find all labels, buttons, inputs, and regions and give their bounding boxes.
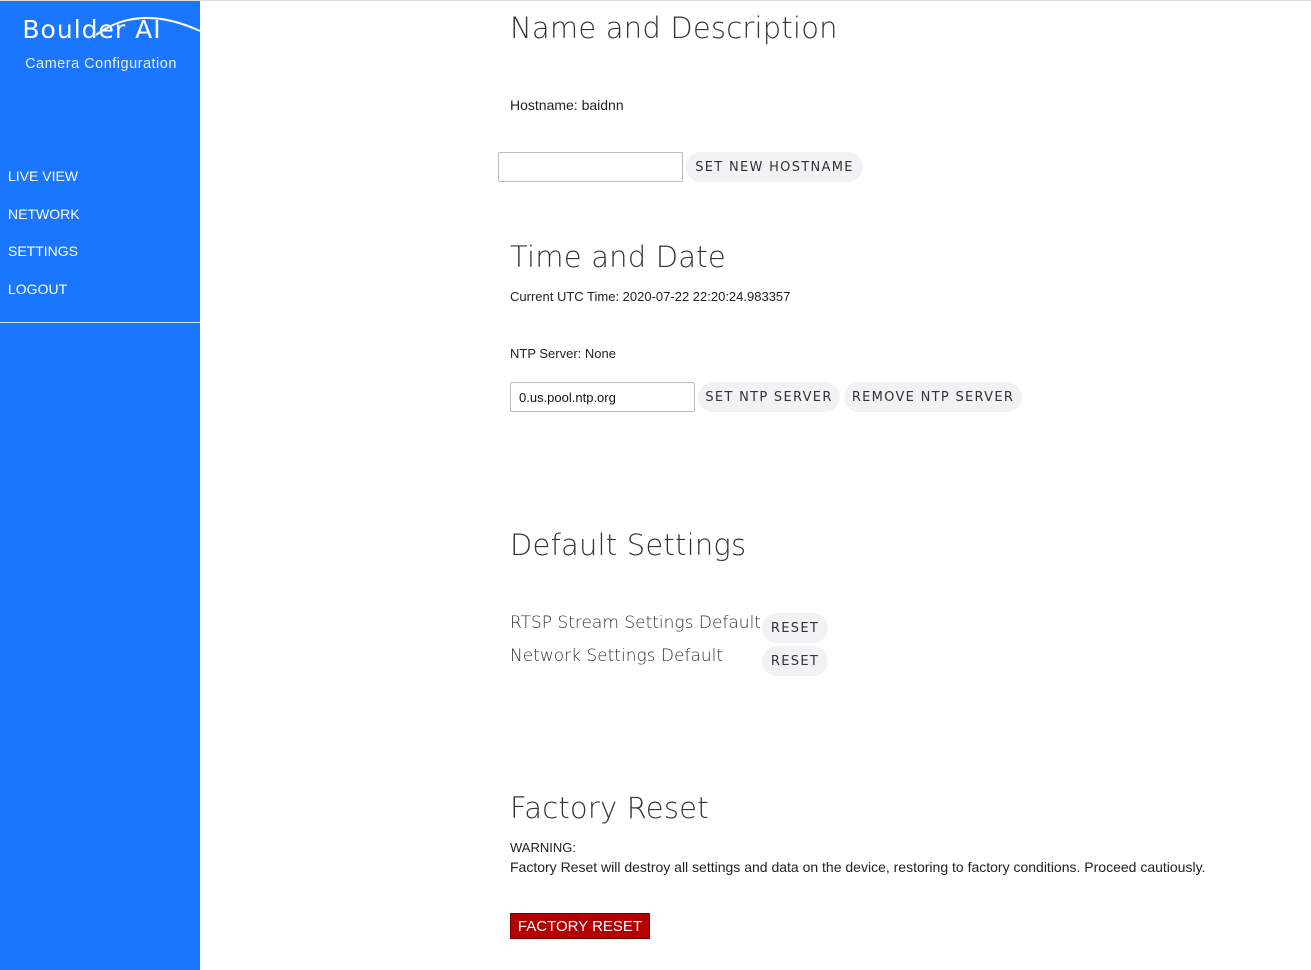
set-hostname-button[interactable]: SET NEW HOSTNAME [686,152,863,182]
hostname-input[interactable] [498,152,683,182]
network-reset-button[interactable]: RESET [762,646,828,676]
time-section-title: Time and Date [510,240,726,274]
sidebar-item-logout[interactable]: LOGOUT [0,274,200,312]
sidebar-item-live-view[interactable]: LIVE VIEW [0,161,200,199]
sidebar: Boulder AI Camera Configuration LIVE VIE… [0,1,201,970]
logo-arc-icon [95,16,201,36]
utc-time-text: Current UTC Time: 2020-07-22 22:20:24.98… [510,289,791,304]
remove-ntp-server-button[interactable]: REMOVE NTP SERVER [844,382,1022,412]
hostname-text: Hostname: baidnn [510,97,624,113]
sidebar-item-settings[interactable]: SETTINGS [0,236,200,274]
factory-reset-button[interactable]: FACTORY RESET [510,913,650,939]
warning-text: Factory Reset will destroy all settings … [510,859,1206,875]
sidebar-nav: LIVE VIEW NETWORK SETTINGS LOGOUT [0,161,200,311]
defaults-section-title: Default Settings [510,528,747,562]
network-default-label: Network Settings Default [510,646,724,666]
rtsp-default-label: RTSP Stream Settings Default [510,613,761,633]
brand-subtitle: Camera Configuration [25,56,177,72]
brand: Boulder AI Camera Configuration [0,15,201,72]
ntp-server-input[interactable] [510,382,695,412]
sidebar-item-network[interactable]: NETWORK [0,199,200,237]
sidebar-divider [0,322,200,323]
brand-logo: Boulder AI [22,15,201,44]
settings-page: Boulder AI Camera Configuration LIVE VIE… [0,0,1311,970]
ntp-server-text: NTP Server: None [510,346,616,361]
rtsp-reset-button[interactable]: RESET [762,613,828,643]
factory-section-title: Factory Reset [510,791,709,825]
set-ntp-server-button[interactable]: SET NTP SERVER [698,382,840,412]
name-section-title: Name and Description [510,11,838,45]
warning-heading: WARNING: [510,840,576,855]
